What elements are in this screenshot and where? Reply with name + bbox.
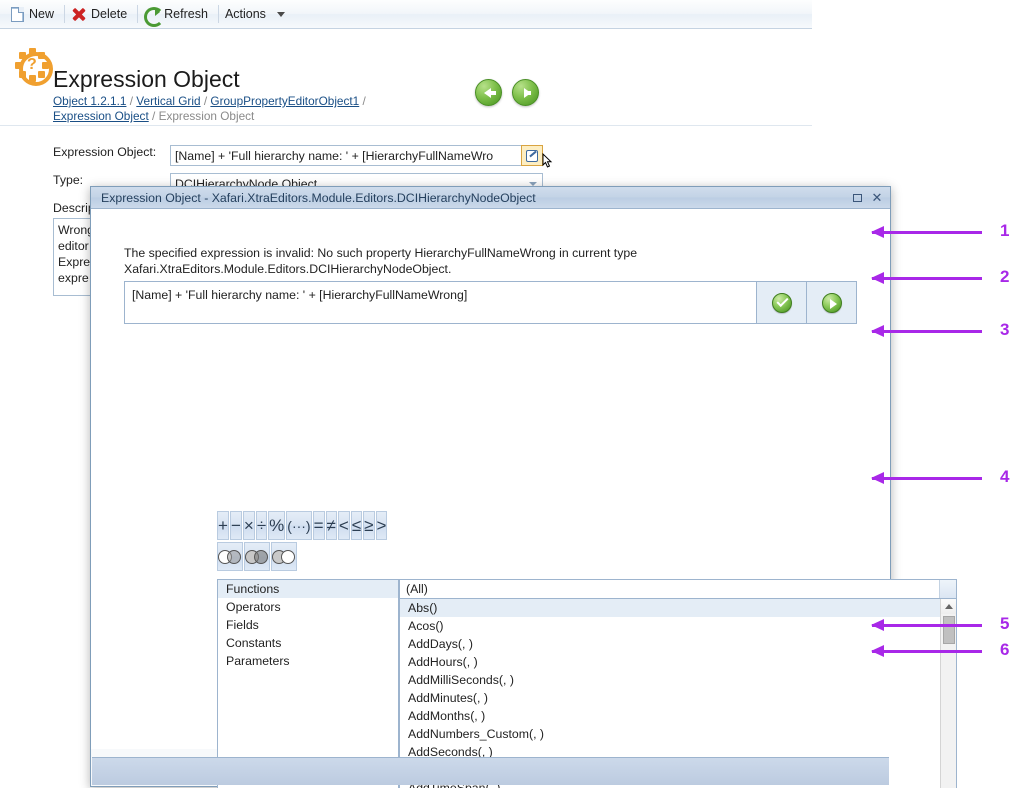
toolbar-actions-label: Actions <box>224 7 266 21</box>
restore-icon[interactable] <box>848 190 866 206</box>
annotation-arrow-4 <box>871 472 982 484</box>
operator-parentheses-button[interactable]: (···) <box>286 511 312 540</box>
forward-arrow-button[interactable] <box>512 79 539 106</box>
toolbar-divider <box>137 5 139 23</box>
toolbar-divider <box>217 5 219 23</box>
operator-multiply-button[interactable]: × <box>242 511 255 540</box>
function-item[interactable]: AddMilliSeconds(, ) <box>400 671 956 689</box>
operator-minus-button[interactable]: − <box>229 511 242 540</box>
expression-editor-row: [Name] + 'Full hierarchy name: ' + [Hier… <box>124 281 857 324</box>
operator-divide-button[interactable]: ÷ <box>255 511 268 540</box>
chevron-down-icon[interactable] <box>939 580 956 598</box>
breadcrumb-link-0[interactable]: Object 1.2.1.1 <box>53 94 126 108</box>
chevron-down-icon <box>276 11 285 17</box>
new-document-icon <box>11 6 24 22</box>
validate-button-cell[interactable] <box>757 281 807 324</box>
annotation-number-3: 3 <box>1000 320 1010 339</box>
toolbar-new-button[interactable]: New <box>6 3 63 25</box>
annotation-number-5: 5 <box>1000 614 1010 633</box>
annotation-arrow-1 <box>871 226 982 238</box>
function-list-scrollbar[interactable] <box>940 599 956 788</box>
expression-editor-dialog: Expression Object - Xafari.XtraEditors.M… <box>90 186 957 788</box>
gear-question-icon: ? <box>15 48 53 86</box>
scrollbar-thumb[interactable] <box>943 616 955 644</box>
run-button-cell[interactable] <box>807 281 857 324</box>
breadcrumb-separator: / <box>126 94 137 108</box>
error-message: The specified expression is invalid: No … <box>124 246 638 276</box>
toolbar-actions-menu[interactable]: Actions <box>220 3 294 25</box>
annotation-arrow-3 <box>871 325 982 337</box>
annotation-arrow-2 <box>871 272 982 284</box>
breadcrumb: Object 1.2.1.1 / Vertical Grid / GroupPr… <box>53 94 473 124</box>
toolbar-refresh-label: Refresh <box>164 7 208 21</box>
function-filter-value: (All) <box>406 582 428 596</box>
expression-input[interactable]: [Name] + 'Full hierarchy name: ' + [Hier… <box>124 281 757 324</box>
category-item-constants[interactable]: Constants <box>218 634 398 652</box>
pencil-edit-icon <box>526 149 538 162</box>
operator-less-equal-button[interactable]: ≤ <box>350 511 363 540</box>
breadcrumb-link-2[interactable]: GroupPropertyEditorObject1 <box>210 94 359 108</box>
category-item-functions[interactable]: Functions <box>218 580 398 598</box>
type-label: Type: <box>53 173 84 187</box>
function-item[interactable]: AddMinutes(, ) <box>400 689 956 707</box>
page-header: ? Expression Object Object 1.2.1.1 / Ver… <box>0 29 812 150</box>
delete-x-icon <box>71 7 86 22</box>
toolbar-delete-label: Delete <box>91 7 128 21</box>
run-play-button[interactable] <box>821 292 842 313</box>
annotation-number-4: 4 <box>1000 467 1010 486</box>
category-item-operators[interactable]: Operators <box>218 598 398 616</box>
function-item[interactable]: AddMonths(, ) <box>400 707 956 725</box>
operator-less-button[interactable]: < <box>337 511 350 540</box>
mouse-cursor <box>538 152 556 176</box>
page-title: Expression Object <box>53 66 240 92</box>
breadcrumb-link-3[interactable]: Expression Object <box>53 109 149 123</box>
toolbar-refresh-button[interactable]: Refresh <box>139 3 217 27</box>
category-item-parameters[interactable]: Parameters <box>218 652 398 670</box>
operator-greater-equal-button[interactable]: ≥ <box>363 511 375 540</box>
breadcrumb-separator: / <box>148 109 159 123</box>
screen-root: New Delete Refresh Actions ? Expression … <box>0 0 1020 788</box>
dialog-title-bar[interactable]: Expression Object - Xafari.XtraEditors.M… <box>91 187 890 209</box>
dialog-title: Expression Object - Xafari.XtraEditors.M… <box>101 190 536 205</box>
main-toolbar: New Delete Refresh Actions <box>0 0 812 29</box>
annotation-number-1: 1 <box>1000 221 1010 240</box>
operator-percent-button[interactable]: % <box>268 511 286 540</box>
close-icon[interactable]: ✕ <box>868 190 886 206</box>
operator-plus-button[interactable]: + <box>217 511 229 540</box>
refresh-icon <box>144 6 165 27</box>
annotation-number-6: 6 <box>1000 640 1010 659</box>
logic-not-button[interactable] <box>271 542 297 571</box>
dialog-body: The specified expression is invalid: No … <box>91 209 957 788</box>
annotation-arrow-5 <box>871 619 982 631</box>
logic-not-icon <box>272 549 296 564</box>
operator-equal-button[interactable]: = <box>312 511 325 540</box>
toolbar-new-label: New <box>29 7 55 21</box>
operator-greater-button[interactable]: > <box>375 511 388 540</box>
scroll-up-icon[interactable] <box>941 599 956 614</box>
breadcrumb-separator: / <box>200 94 211 108</box>
expression-object-value: [Name] + 'Full hierarchy name: ' + [Hier… <box>175 148 494 163</box>
dialog-status-bar <box>92 757 889 785</box>
logic-and-button[interactable] <box>217 542 243 571</box>
operator-not-equal-button[interactable]: ≠ <box>325 511 337 540</box>
logic-or-icon <box>245 549 269 564</box>
function-filter-combobox[interactable]: (All) <box>399 579 957 599</box>
function-item[interactable]: Abs() <box>400 599 956 617</box>
category-item-fields[interactable]: Fields <box>218 616 398 634</box>
toolbar-delete-button[interactable]: Delete <box>66 3 136 25</box>
validate-check-button[interactable] <box>771 292 792 313</box>
logic-and-icon <box>218 549 242 564</box>
annotation-arrow-6 <box>871 645 982 657</box>
breadcrumb-separator: / <box>359 94 366 108</box>
logic-or-button[interactable] <box>244 542 270 571</box>
annotation-number-2: 2 <box>1000 267 1010 286</box>
breadcrumb-current: Expression Object <box>158 109 255 123</box>
toolbar-divider <box>64 5 66 23</box>
expression-object-field[interactable]: [Name] + 'Full hierarchy name: ' + [Hier… <box>170 145 543 166</box>
navigation-buttons <box>475 79 539 106</box>
expression-object-label: Expression Object: <box>53 145 157 159</box>
function-item[interactable]: AddNumbers_Custom(, ) <box>400 725 956 743</box>
back-arrow-button[interactable] <box>475 79 502 106</box>
breadcrumb-link-1[interactable]: Vertical Grid <box>136 94 200 108</box>
